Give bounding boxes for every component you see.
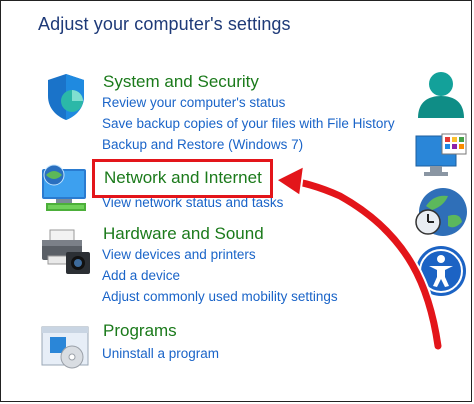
link-add-device[interactable]: Add a device [102,268,180,283]
link-review-computer-status[interactable]: Review your computer's status [102,95,285,110]
network-globe-icon[interactable] [40,163,92,215]
category-hardware-and-sound[interactable]: Hardware and Sound [103,224,264,244]
clock-region-icon[interactable] [414,186,468,240]
link-devices-printers[interactable]: View devices and printers [102,247,256,262]
page-title: Adjust your computer's settings [38,14,291,34]
shield-icon[interactable] [40,70,92,122]
category-system-and-security[interactable]: System and Security [103,72,259,92]
link-uninstall-program[interactable]: Uninstall a program [102,346,219,361]
category-network-and-internet[interactable]: Network and Internet [104,168,262,188]
link-backup-restore[interactable]: Backup and Restore (Windows 7) [102,137,303,152]
category-programs[interactable]: Programs [103,321,177,341]
appearance-icon[interactable] [414,132,468,182]
ease-of-access-icon[interactable] [414,244,468,298]
link-mobility-settings[interactable]: Adjust commonly used mobility settings [102,289,338,304]
link-file-history[interactable]: Save backup copies of your files with Fi… [102,116,395,131]
user-accounts-icon[interactable] [414,70,468,120]
highlight-box: Network and Internet [92,159,273,198]
programs-icon[interactable] [40,323,92,375]
printer-icon[interactable] [40,226,92,278]
